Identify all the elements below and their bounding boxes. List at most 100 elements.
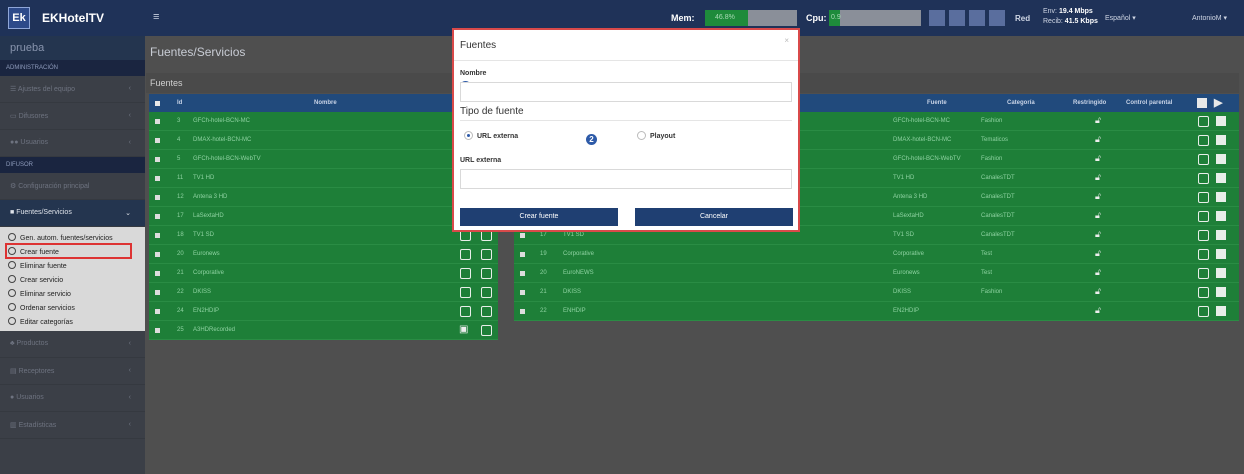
table-row[interactable]: 24 EN2HDIP [149,302,498,321]
row-checkbox[interactable] [520,290,525,295]
square-icon[interactable] [1216,135,1226,145]
table-row[interactable]: 22 ENHDIP EN2HDIP 🔓︎ [514,302,1239,321]
unlock-icon[interactable]: 🔓︎ [1095,267,1101,278]
sidebar-item-ajustes[interactable]: ☰ Ajustes del equipo ‹ [0,76,145,103]
edit-icon[interactable] [1198,306,1209,317]
table-row[interactable]: 22 DKISS [149,283,498,302]
edit-icon[interactable] [1198,116,1209,127]
table-row[interactable]: 5 GFCh-hotel-BCN-WebTV [149,150,498,169]
submenu-eliminar-servicio[interactable]: Eliminar servicio [0,286,145,300]
sidebar-item-fuentes[interactable]: ■ Fuentes/Servicios ⌄ [0,200,145,227]
row-checkbox[interactable] [155,195,160,200]
square-icon[interactable] [1216,211,1226,221]
unlock-icon[interactable]: 🔓︎ [1095,115,1101,126]
unlock-icon[interactable]: 🔓︎ [1095,191,1101,202]
edit-icon[interactable] [481,325,492,336]
edit-icon[interactable] [460,306,471,317]
edit-icon[interactable] [1198,287,1209,298]
crear-fuente-button[interactable]: Crear fuente [460,208,618,226]
submenu-ordenar-servicios[interactable]: Ordenar servicios [0,300,145,314]
sidebar-item-usuarios-admin[interactable]: ●● Usuarios ‹ [0,130,145,157]
edit-icon[interactable] [1198,192,1209,203]
play-icon[interactable]: ▶ [1214,96,1222,109]
square-icon[interactable] [1216,116,1226,126]
edit-icon[interactable] [460,268,471,279]
table-row[interactable]: 25 A3HDRecorded ▣ [149,321,498,340]
table-row[interactable]: 20 Euronews [149,245,498,264]
sidebar-item-productos[interactable]: ♣ Productos ‹ [0,331,145,358]
edit-icon[interactable] [1198,230,1209,241]
submenu-eliminar-fuente[interactable]: Eliminar fuente [0,258,145,272]
square-icon[interactable] [1216,154,1226,164]
unlock-icon[interactable]: 🔓︎ [1095,248,1101,259]
radio-playout[interactable]: Playout [637,131,675,140]
square-icon[interactable] [1216,173,1226,183]
cancelar-button[interactable]: Cancelar [635,208,793,226]
unlock-icon[interactable]: 🔓︎ [1095,153,1101,164]
row-checkbox[interactable] [520,309,525,314]
unlock-icon[interactable]: 🔓︎ [1095,172,1101,183]
edit-icon[interactable] [1198,173,1209,184]
user-menu[interactable]: AntonioM ▾ [1192,14,1227,22]
table-row[interactable]: 19 Corporative Corporative Test 🔓︎ [514,245,1239,264]
unlock-icon[interactable]: 🔓︎ [1095,229,1101,240]
row-checkbox[interactable] [155,309,160,314]
sidebar-item-difusores[interactable]: ▭ Difusores ‹ [0,103,145,130]
sidebar-item-configuracion[interactable]: ⚙ Configuración principal [0,173,145,200]
square-icon[interactable] [1216,249,1226,259]
row-checkbox[interactable] [155,271,160,276]
table-row[interactable]: 11 TV1 HD [149,169,498,188]
table-row[interactable]: 3 GFCh-hotel-BCN-MC [149,112,498,131]
row-checkbox[interactable] [520,271,525,276]
edit-icon[interactable] [481,287,492,298]
submenu-crear-fuente[interactable]: Crear fuente [5,243,132,259]
header-square-icon[interactable] [1197,98,1207,108]
table-row[interactable]: 18 TV1 SD [149,226,498,245]
edit-icon[interactable] [481,268,492,279]
unlock-icon[interactable]: 🔓︎ [1095,134,1101,145]
close-icon[interactable]: × [784,36,789,45]
row-checkbox[interactable] [155,119,160,124]
edit-icon[interactable] [481,306,492,317]
edit-icon[interactable] [481,249,492,260]
row-checkbox[interactable] [520,252,525,257]
row-checkbox[interactable] [155,328,160,333]
url-externa-input[interactable] [460,169,792,189]
edit-icon[interactable] [460,287,471,298]
edit-icon[interactable] [1198,135,1209,146]
edit-icon[interactable] [1198,211,1209,222]
row-checkbox[interactable] [155,233,160,238]
row-checkbox[interactable] [155,252,160,257]
sidebar-item-usuarios[interactable]: ● Usuarios ‹ [0,385,145,412]
radio-url-externa[interactable]: URL externa [464,131,518,140]
square-icon[interactable] [1216,192,1226,202]
language-dropdown[interactable]: Español ▾ [1105,14,1136,22]
row-checkbox[interactable] [155,138,160,143]
sidebar-item-estadisticas[interactable]: ▥ Estadísticas ‹ [0,412,145,439]
sidebar-item-receptores[interactable]: ▤ Receptores ‹ [0,358,145,385]
row-checkbox[interactable] [155,176,160,181]
table-row[interactable]: 4 DMAX-hotel-BCN-MC [149,131,498,150]
nombre-input[interactable] [460,82,792,102]
select-all-checkbox[interactable] [155,101,160,106]
square-icon[interactable] [1216,268,1226,278]
table-row[interactable]: 12 Antena 3 HD [149,188,498,207]
hamburger-icon[interactable]: ≡ [153,11,159,23]
unlock-icon[interactable]: 🔓︎ [1095,286,1101,297]
row-checkbox[interactable] [520,233,525,238]
unlock-icon[interactable]: 🔓︎ [1095,305,1101,316]
submenu-editar-categorias[interactable]: Editar categorías [0,314,145,328]
table-row[interactable]: 21 DKISS DKISS Fashion 🔓︎ [514,283,1239,302]
square-icon[interactable] [1216,230,1226,240]
submenu-crear-servicio[interactable]: Crear servicio [0,272,145,286]
edit-icon[interactable] [460,249,471,260]
square-icon[interactable] [1216,287,1226,297]
submenu-gen-autom[interactable]: Gen. autom. fuentes/servicios [0,230,145,244]
unlock-icon[interactable]: 🔓︎ [1095,210,1101,221]
table-row[interactable]: 17 LaSextaHD [149,207,498,226]
edit-icon[interactable] [1198,154,1209,165]
edit-icon[interactable] [1198,268,1209,279]
square-icon[interactable] [1216,306,1226,316]
row-checkbox[interactable] [155,157,160,162]
row-checkbox[interactable] [155,290,160,295]
